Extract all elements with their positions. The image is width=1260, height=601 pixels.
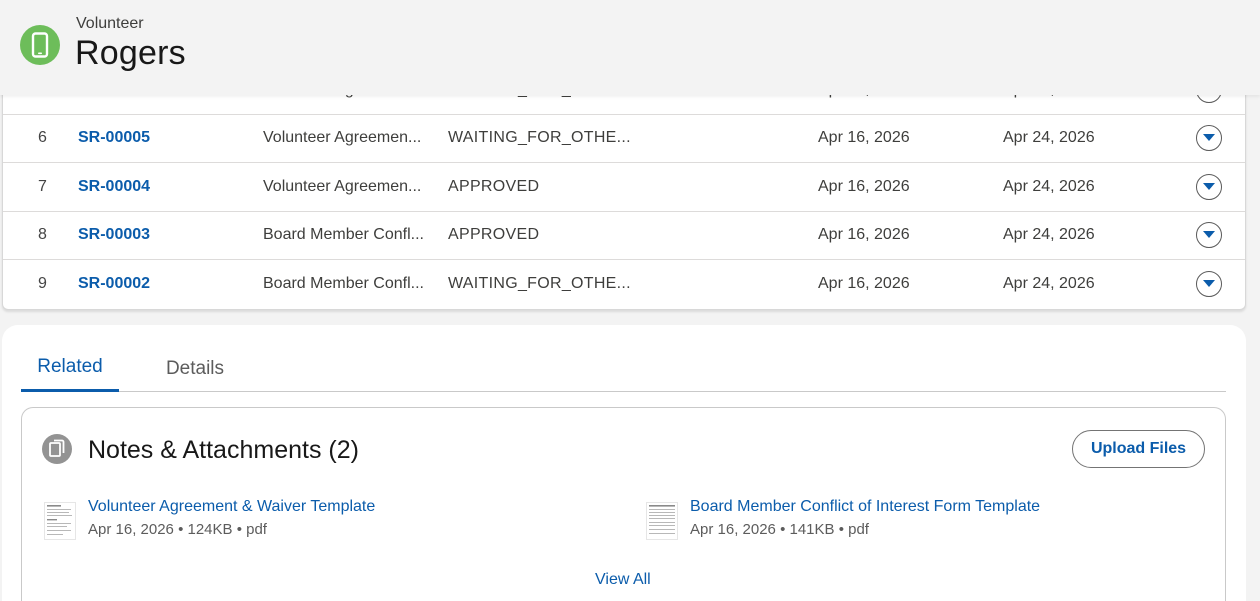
notes-title: Notes & Attachments (2) [88,436,359,464]
view-all-link[interactable]: View All [595,571,651,589]
record-link[interactable]: SR-00004 [78,178,150,196]
files-icon [42,434,72,464]
request-status: WAITING_FOR_OTHE... [448,129,631,147]
row-action-button[interactable] [1196,271,1222,298]
document-thumbnail-icon [44,502,76,540]
file-item: Board Member Conflict of Interest Form T… [646,498,1206,544]
request-name: Board Member Confl... [263,275,424,293]
created-date: Apr 16, 2026 [818,226,910,244]
due-date: Apr 24, 2026 [1003,275,1095,293]
record-link[interactable]: SR-00002 [78,275,150,293]
record-link[interactable]: SR-00005 [78,129,150,147]
tab-bar: Related Details [21,345,1226,392]
file-meta: Apr 16, 2026 • 141KB • pdf [690,521,869,538]
row-number: 9 [38,275,47,293]
tab-details[interactable]: Details [153,345,237,392]
chevron-down-icon [1203,134,1215,142]
table-row: 8 SR-00003 Board Member Confl... APPROVE… [3,212,1245,260]
chevron-down-icon [1203,231,1215,239]
row-action-button[interactable] [1196,173,1222,200]
upload-files-button[interactable]: Upload Files [1072,430,1205,468]
row-action-button[interactable] [1196,222,1222,249]
signature-requests-table: 5 SR-00007 Volunteer Agreemen... WAITING… [2,60,1246,310]
file-item: Volunteer Agreement & Waiver Template Ap… [44,498,604,544]
created-date: Apr 16, 2026 [818,177,910,195]
table-row: 9 SR-00002 Board Member Confl... WAITING… [3,260,1245,309]
mobile-phone-icon [20,25,60,65]
created-date: Apr 16, 2026 [818,275,910,293]
row-action-button[interactable] [1196,125,1222,152]
request-name: Board Member Confl... [263,226,424,244]
row-number: 6 [38,129,47,147]
request-name: Volunteer Agreemen... [263,129,422,147]
chevron-down-icon [1203,280,1215,288]
record-name-title: Rogers [75,34,186,72]
row-number: 7 [38,177,47,195]
request-status: APPROVED [448,226,540,244]
table-row: 6 SR-00005 Volunteer Agreemen... WAITING… [3,115,1245,163]
request-status: WAITING_FOR_OTHE... [448,275,631,293]
record-header: Volunteer Rogers [0,0,1260,95]
document-thumbnail-icon [646,502,678,540]
file-link[interactable]: Board Member Conflict of Interest Form T… [690,498,1040,516]
created-date: Apr 16, 2026 [818,129,910,147]
row-number: 8 [38,226,47,244]
chevron-down-icon [1203,182,1215,190]
due-date: Apr 24, 2026 [1003,226,1095,244]
request-status: APPROVED [448,177,540,195]
record-type-label: Volunteer [76,15,144,32]
file-meta: Apr 16, 2026 • 124KB • pdf [88,521,267,538]
due-date: Apr 24, 2026 [1003,129,1095,147]
related-section: Related Details Notes & Attachments (2) … [2,325,1246,601]
due-date: Apr 24, 2026 [1003,177,1095,195]
request-name: Volunteer Agreemen... [263,177,422,195]
record-link[interactable]: SR-00003 [78,226,150,244]
file-link[interactable]: Volunteer Agreement & Waiver Template [88,498,375,516]
table-row: 7 SR-00004 Volunteer Agreemen... APPROVE… [3,163,1245,212]
notes-attachments-card: Notes & Attachments (2) Upload Files Vol… [21,407,1226,601]
tab-related[interactable]: Related [21,345,119,392]
